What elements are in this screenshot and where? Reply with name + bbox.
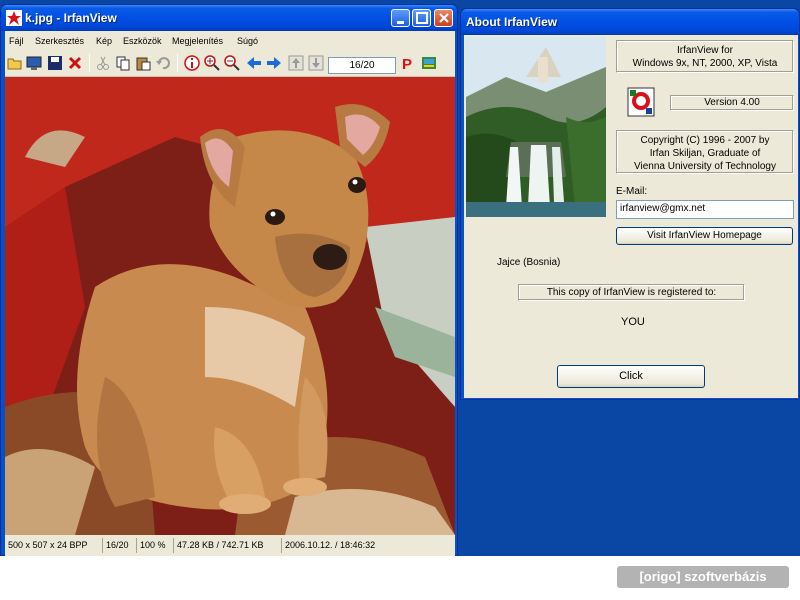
first-page-icon[interactable] [288, 55, 304, 71]
close-button[interactable] [434, 9, 453, 27]
copy-icon[interactable] [115, 55, 131, 71]
menu-file[interactable]: Fájl [9, 36, 24, 46]
zoom-in-icon[interactable] [204, 55, 220, 71]
email-label: E-Mail: [616, 186, 648, 197]
menu-edit[interactable]: Szerkesztés [35, 36, 84, 46]
slideshow-icon[interactable] [26, 55, 42, 71]
product-box: IrfanView for Windows 9x, NT, 2000, XP, … [616, 40, 794, 73]
image-viewport[interactable] [5, 77, 455, 535]
photo-caption: Jajce (Bosnia) [497, 257, 561, 268]
visit-homepage-button[interactable]: Visit IrfanView Homepage [616, 227, 793, 245]
menu-image[interactable]: Kép [96, 36, 112, 46]
svg-text:P: P [402, 56, 412, 71]
about-content: Jajce (Bosnia) IrfanView for Windows 9x,… [464, 35, 798, 398]
irfanview-main-window: k.jpg - IrfanView Fájl Szerkesztés Kép E… [0, 4, 458, 556]
irfanview-logo-icon [627, 87, 655, 117]
status-bar: 500 x 507 x 24 BPP 16/20 100 % 47.28 KB … [5, 535, 455, 556]
scan-icon[interactable] [421, 55, 437, 71]
status-dimensions: 500 x 507 x 24 BPP [8, 540, 88, 550]
version-label: Version 4.00 [670, 95, 794, 111]
main-title-bar[interactable]: k.jpg - IrfanView [1, 5, 457, 31]
undo-icon[interactable] [155, 55, 171, 71]
about-title: About IrfanView [466, 15, 558, 29]
toolbar-separator [89, 54, 90, 72]
status-file-size: 47.28 KB / 742.71 KB [173, 538, 264, 553]
copyright-box: Copyright (C) 1996 - 2007 by Irfan Skilj… [616, 130, 794, 174]
status-page: 16/20 [102, 538, 129, 553]
registered-to: YOU [621, 316, 645, 328]
save-icon[interactable] [47, 55, 63, 71]
watermark-badge: [origo] szoftverbázis [617, 566, 789, 588]
cut-icon[interactable] [95, 55, 111, 71]
jajce-photo [466, 37, 606, 217]
menu-tools[interactable]: Eszközök [123, 36, 162, 46]
puppy-photo [5, 77, 455, 535]
menu-help[interactable]: Súgó [237, 36, 258, 46]
app-icon [6, 10, 22, 26]
status-zoom: 100 % [136, 538, 166, 553]
window-title: k.jpg - IrfanView [25, 11, 117, 25]
info-icon[interactable] [184, 55, 200, 71]
screen: k.jpg - IrfanView Fájl Szerkesztés Kép E… [0, 0, 800, 600]
copyright-line-1: Copyright (C) 1996 - 2007 by [640, 135, 770, 146]
paint-icon[interactable]: P [400, 55, 416, 73]
status-datetime: 2006.10.12. / 18:46:32 [281, 538, 375, 553]
about-dialog: About IrfanView Jajce (Bosnia) IrfanView… [460, 8, 800, 400]
about-title-bar[interactable]: About IrfanView [461, 9, 799, 35]
ok-button[interactable]: Click [557, 365, 705, 388]
product-line-2: Windows 9x, NT, 2000, XP, Vista [632, 58, 778, 69]
registered-label: This copy of IrfanView is registered to: [518, 284, 745, 301]
last-page-icon[interactable] [308, 55, 324, 71]
maximize-button[interactable] [412, 9, 431, 27]
prev-icon[interactable] [246, 55, 262, 71]
product-line-1: IrfanView for [677, 45, 733, 56]
page-number-field[interactable]: 16/20 [328, 57, 396, 74]
copyright-line-2: Irfan Skiljan, Graduate of [649, 148, 761, 159]
copyright-line-3: Vienna University of Technology [634, 161, 776, 172]
paste-icon[interactable] [135, 55, 151, 71]
minimize-button[interactable] [391, 9, 410, 27]
menu-view[interactable]: Megjelenítés [172, 36, 223, 46]
zoom-out-icon[interactable] [224, 55, 240, 71]
toolbar-separator [177, 54, 178, 72]
menu-bar: Fájl Szerkesztés Kép Eszközök Megjelenít… [5, 31, 455, 50]
email-field[interactable]: irfanview@gmx.net [616, 200, 794, 219]
delete-icon[interactable] [67, 55, 83, 71]
open-icon[interactable] [7, 55, 23, 71]
next-icon[interactable] [266, 55, 282, 71]
